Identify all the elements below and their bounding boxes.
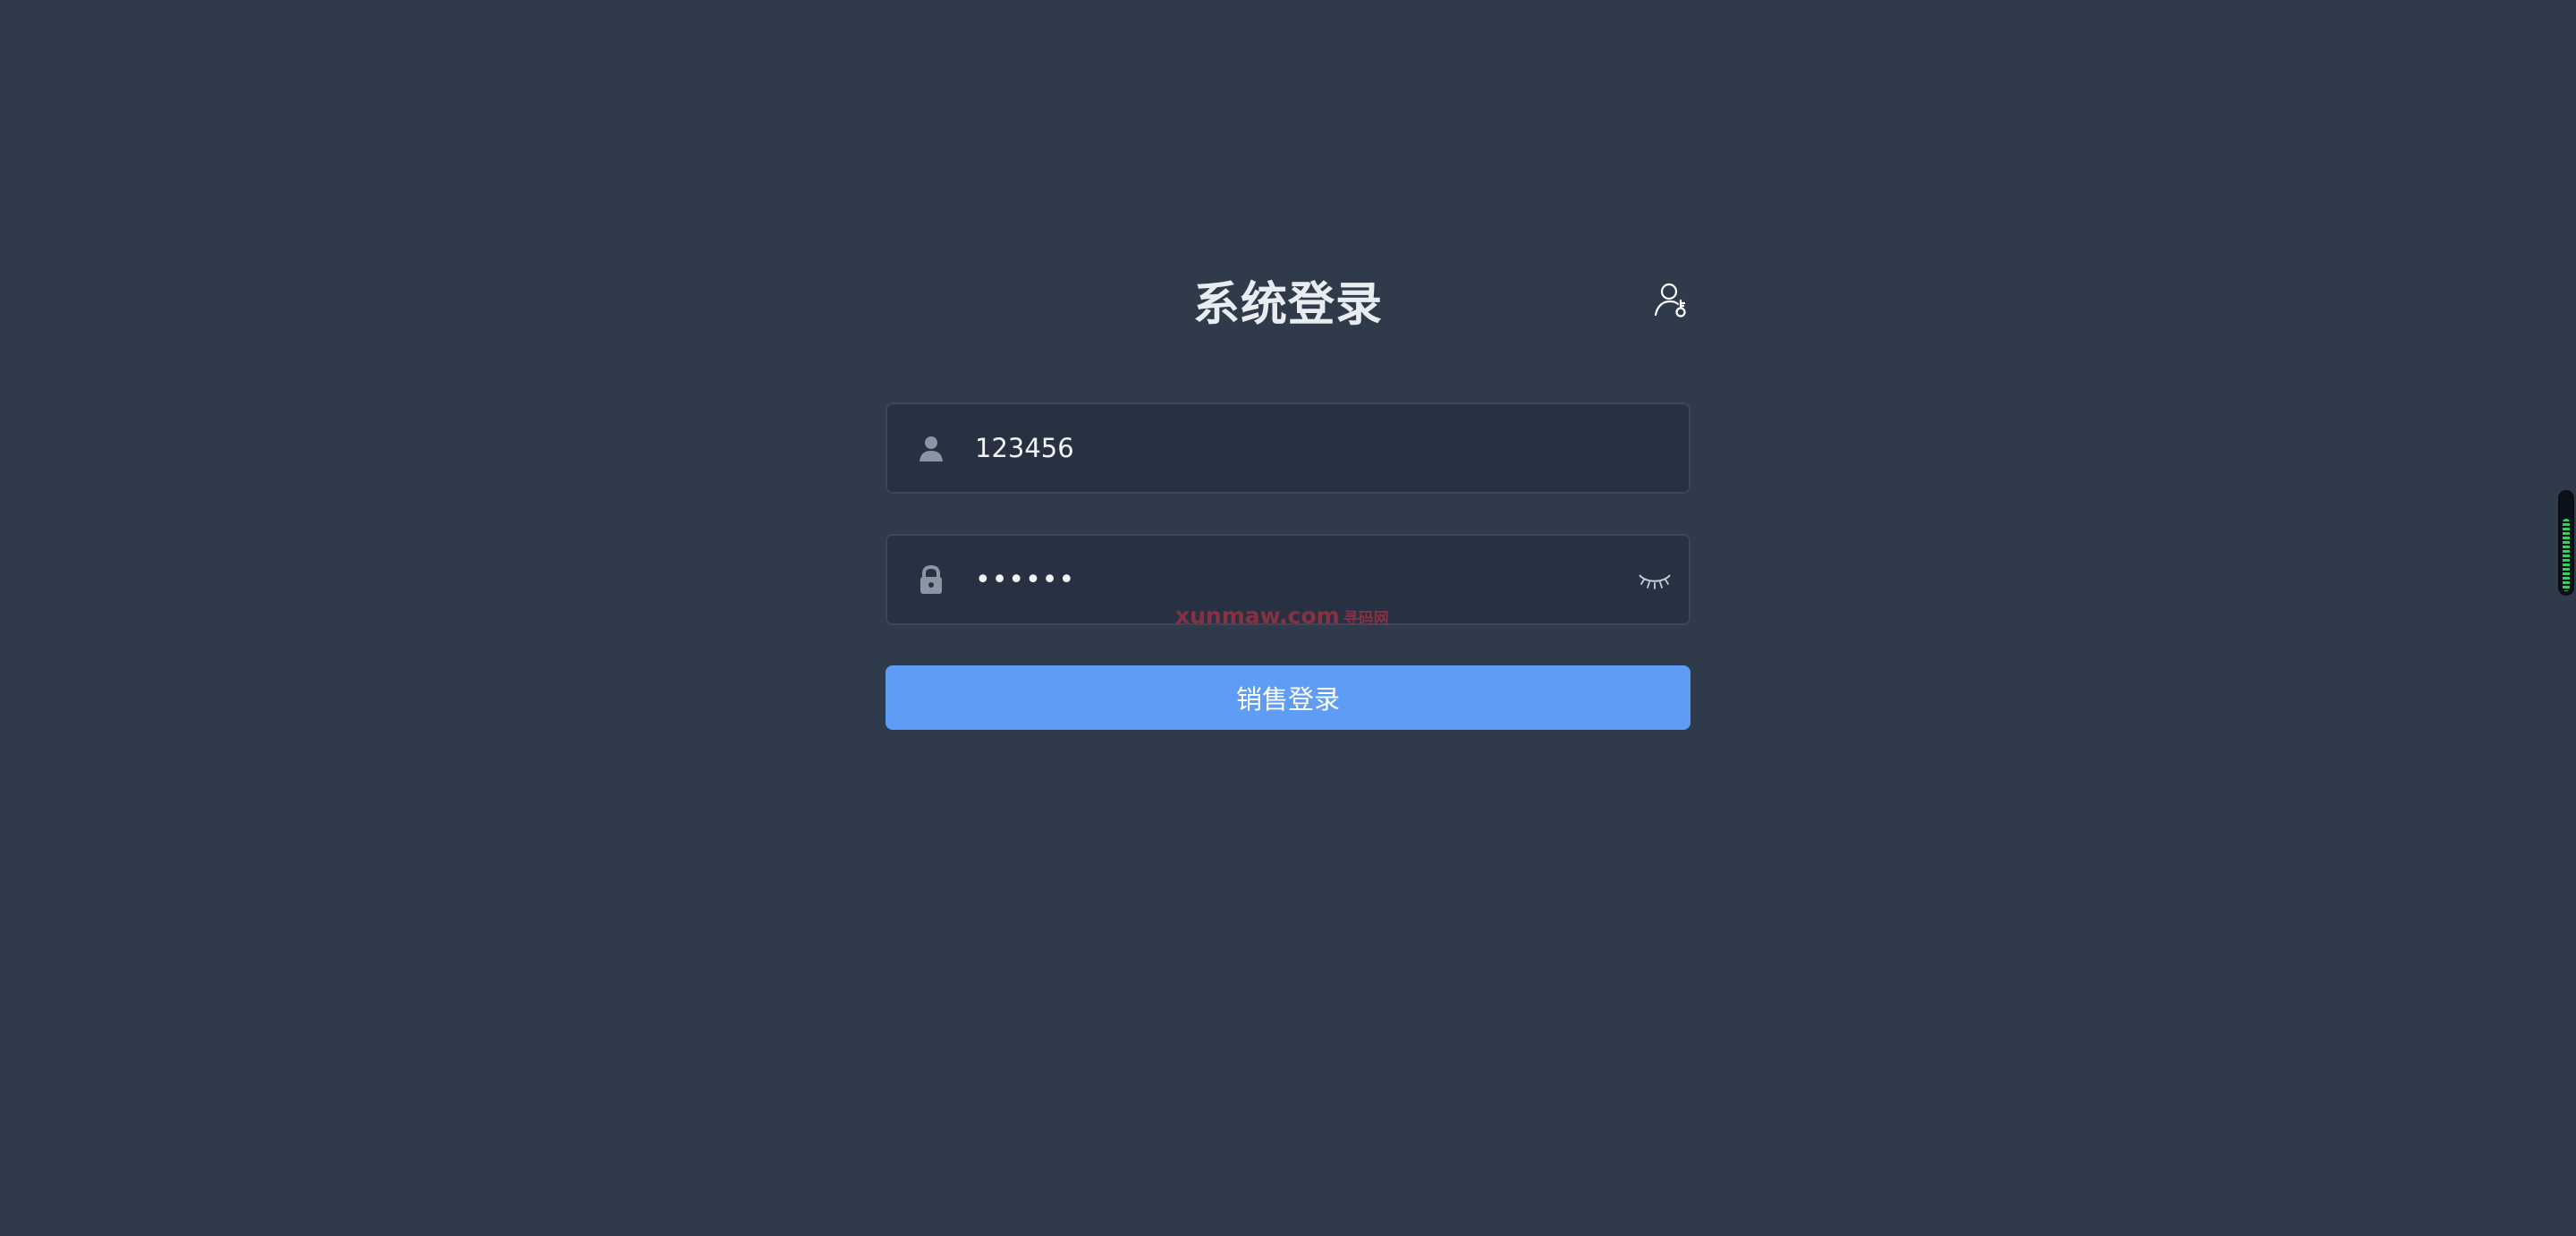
login-page: 系统登录 123456 xunmaw.com 寻码网 销售登录: [0, 0, 2576, 1236]
watermark: xunmaw.com 寻码网: [1175, 603, 1408, 629]
user-key-icon: [1654, 283, 1686, 317]
username-field[interactable]: [886, 402, 1690, 494]
page-title: 系统登录: [1192, 278, 1383, 332]
watermark-text: xunmaw.com: [1175, 603, 1340, 629]
login-panel: 系统登录 123456 xunmaw.com 寻码网 销售登录: [886, 259, 1690, 730]
role-switch-button[interactable]: [1651, 281, 1690, 320]
eye-closed-icon[interactable]: [1637, 566, 1673, 593]
lock-icon: [914, 563, 948, 597]
user-icon: [914, 432, 948, 466]
watermark-small-text: 寻码网: [1343, 610, 1389, 628]
sales-login-button[interactable]: 销售登录: [886, 665, 1690, 730]
username-input[interactable]: [975, 404, 1592, 492]
login-header: 系统登录: [886, 259, 1690, 349]
side-level-gauge[interactable]: [2558, 490, 2574, 596]
side-level-meter: [2563, 519, 2570, 591]
